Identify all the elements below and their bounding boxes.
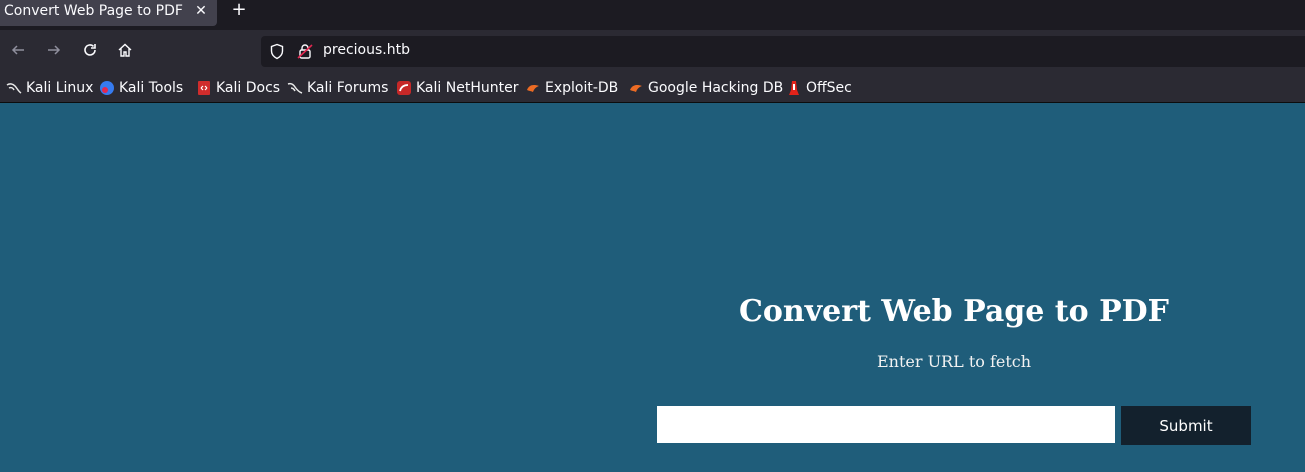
bookmark-kali-linux[interactable]: Kali Linux [6, 79, 93, 97]
ghdb-icon [628, 80, 644, 96]
page-content: Convert Web Page to PDF Enter URL to fet… [0, 104, 1305, 472]
arrow-left-icon [11, 45, 24, 55]
bookmark-exploit-db[interactable]: Exploit-DB [525, 79, 618, 97]
bookmarks-toolbar: Kali Linux Kali Tools Kali Docs Kali For… [0, 72, 1305, 103]
bookmark-label: Google Hacking DB [648, 80, 784, 96]
kali-tools-icon [99, 80, 115, 96]
bookmark-google-hacking-db[interactable]: Google Hacking DB [628, 79, 783, 97]
kali-forums-icon [287, 80, 303, 96]
kali-dragon-icon [6, 80, 22, 96]
tab-active[interactable]: Convert Web Page to PDF ✕ [0, 0, 217, 26]
bookmark-kali-nethunter[interactable]: Kali NetHunter [396, 79, 518, 97]
bookmark-offsec[interactable]: OffSec [786, 79, 852, 97]
submit-button[interactable]: Submit [1121, 406, 1251, 445]
reload-button[interactable] [79, 39, 101, 61]
exploit-db-icon [525, 80, 541, 96]
shield-icon[interactable] [269, 43, 285, 64]
kali-docs-icon [196, 80, 212, 96]
kali-nethunter-icon [396, 80, 412, 96]
bookmark-label: Exploit-DB [545, 80, 619, 96]
bookmark-label: Kali Linux [26, 80, 94, 96]
tab-strip: Convert Web Page to PDF ✕ + [0, 0, 1305, 30]
forward-button[interactable] [43, 39, 65, 61]
reload-icon [84, 44, 96, 56]
bookmark-kali-docs[interactable]: Kali Docs [196, 79, 280, 97]
new-tab-button[interactable]: + [229, 0, 249, 22]
page-title: Convert Web Page to PDF [739, 294, 1169, 329]
page-subtitle: Enter URL to fetch [876, 352, 1032, 371]
home-icon [118, 43, 132, 57]
back-button[interactable] [7, 39, 29, 61]
offsec-icon [786, 80, 802, 96]
bookmark-label: Kali Forums [307, 80, 389, 96]
address-bar[interactable]: precious.htb [261, 36, 1305, 67]
tab-close-button[interactable]: ✕ [193, 0, 209, 22]
navigation-toolbar: precious.htb [0, 30, 1305, 72]
home-button[interactable] [114, 39, 136, 61]
url-input[interactable] [657, 406, 1115, 443]
tab-title: Convert Web Page to PDF [4, 3, 183, 19]
arrow-right-icon [48, 45, 61, 55]
insecure-lock-icon[interactable] [297, 43, 313, 64]
bookmark-label: Kali Docs [216, 80, 281, 96]
bookmark-label: Kali Tools [119, 80, 184, 96]
bookmark-label: Kali NetHunter [416, 80, 519, 96]
url-text[interactable]: precious.htb [323, 42, 410, 58]
bookmark-label: OffSec [806, 80, 852, 96]
bookmark-kali-forums[interactable]: Kali Forums [287, 79, 388, 97]
bookmark-kali-tools[interactable]: Kali Tools [99, 79, 183, 97]
